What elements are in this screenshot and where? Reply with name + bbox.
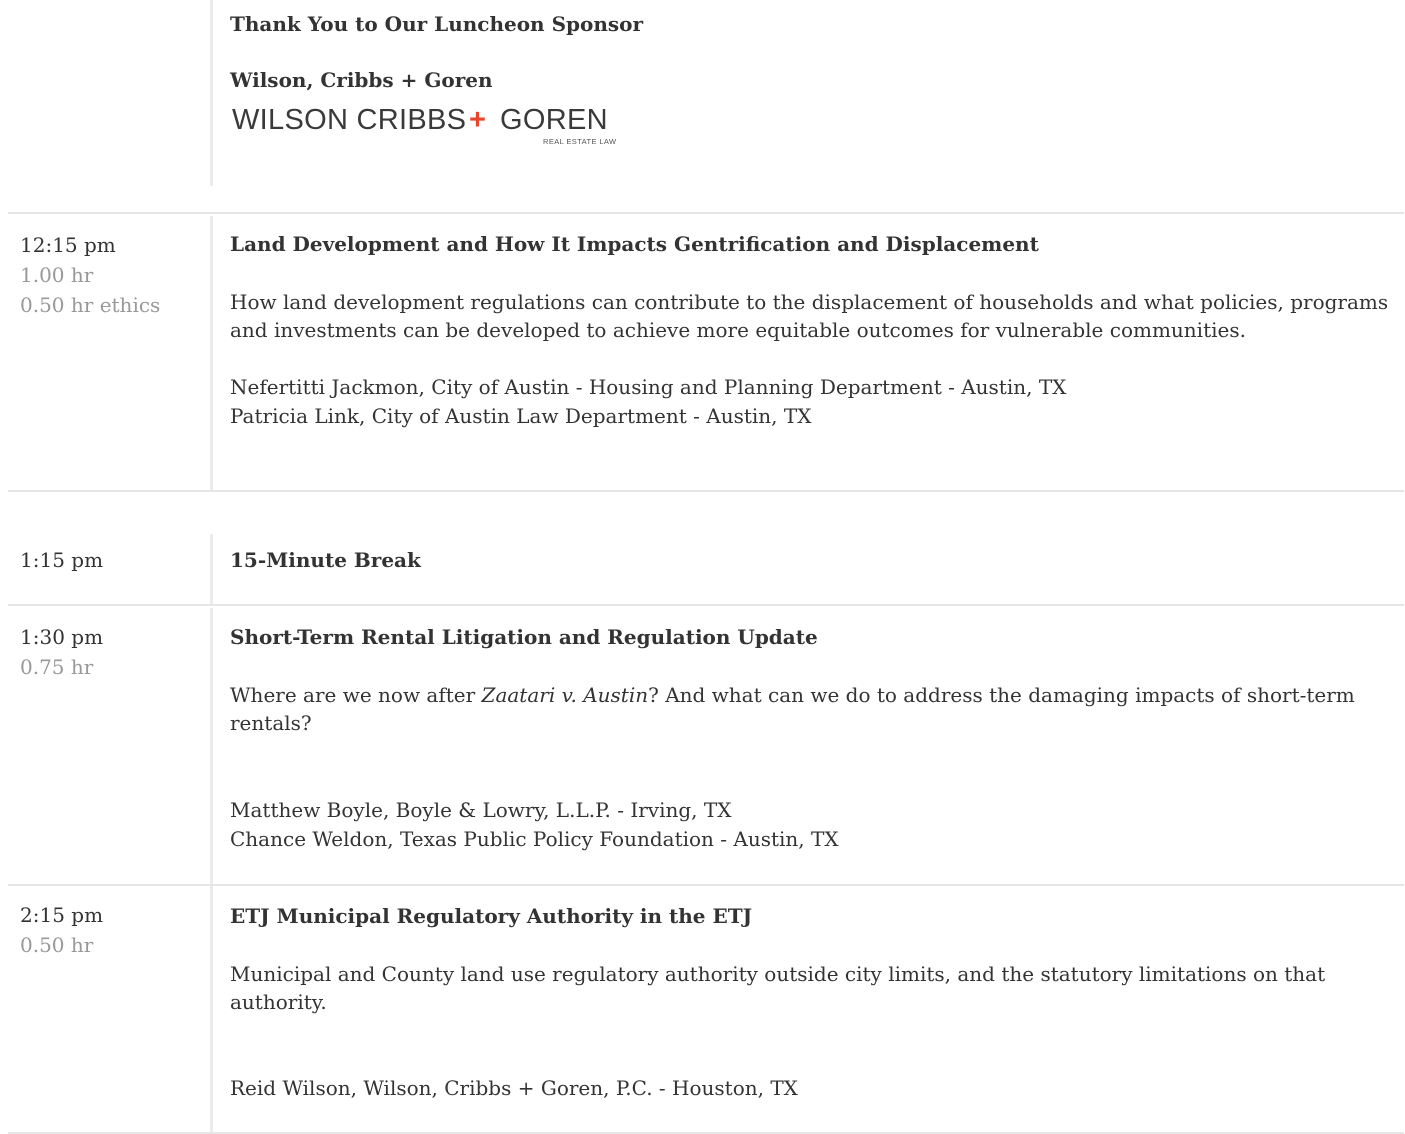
session-credit: 0.50 hr [20,933,94,957]
logo-text-main: WILSON CRIBBS [232,104,466,136]
session-time: 1:30 pm [20,625,104,649]
session-row: 1:30 pm 0.75 hr Short-Term Rental Litiga… [8,608,1404,884]
session-title: 15-Minute Break [230,548,421,572]
session-row: 2:15 pm 0.50 hr ETJ Municipal Regulatory… [8,888,1404,1132]
session-description: Municipal and County land use regulatory… [230,962,1326,1014]
logo-subtext: REAL ESTATE LAW [543,137,617,146]
sponsor-section: Thank You to Our Luncheon Sponsor Wilson… [8,0,1404,212]
session-row: 1:15 pm 15-Minute Break [8,534,1404,604]
session-title: Land Development and How It Impacts Gent… [230,232,1039,256]
speaker: Patricia Link, City of Austin Law Depart… [230,404,812,428]
description-text: Where are we now after [230,683,482,707]
session-time-column: 1:30 pm 0.75 hr [20,622,210,682]
session-description: Where are we now after Zaatari v. Austin… [230,681,1400,737]
session-speakers: Matthew Boyle, Boyle & Lowry, L.L.P. - I… [230,796,1400,854]
speaker: Reid Wilson, Wilson, Cribbs + Goren, P.C… [230,1076,798,1100]
logo-plus: + [469,104,486,136]
session-time-column: 12:15 pm 1.00 hr 0.50 hr ethics [20,230,210,320]
session-time: 12:15 pm [20,233,116,257]
row-separator [8,884,1404,886]
session-title: ETJ Municipal Regulatory Authority in th… [230,904,753,928]
session-row: 12:15 pm 1.00 hr 0.50 hr ethics Land Dev… [8,216,1404,490]
session-credit: 1.00 hr [20,263,94,287]
session-time: 2:15 pm [20,903,104,927]
sponsor-logo: WILSON CRIBBS + GOREN REAL ESTATE LAW [232,104,617,146]
row-separator [8,490,1404,492]
row-separator [8,212,1404,214]
speaker: Chance Weldon, Texas Public Policy Found… [230,827,839,851]
session-credit: 0.75 hr [20,655,94,679]
session-time-column: 2:15 pm 0.50 hr [20,900,210,960]
case-name: Zaatari v. Austin [481,683,649,707]
row-separator [8,604,1404,606]
session-speakers: Nefertitti Jackmon, City of Austin - Hou… [230,373,1400,431]
session-time-column: 1:15 pm [20,545,210,575]
session-title: Short-Term Rental Litigation and Regulat… [230,625,818,649]
session-description: How land development regulations can con… [230,290,1389,342]
session-speakers: Reid Wilson, Wilson, Cribbs + Goren, P.C… [230,1074,1400,1103]
sponsor-heading: Thank You to Our Luncheon Sponsor [230,12,644,36]
session-time: 1:15 pm [20,548,104,572]
speaker: Matthew Boyle, Boyle & Lowry, L.L.P. - I… [230,798,732,822]
session-ethics-credit: 0.50 hr ethics [20,293,161,317]
speaker: Nefertitti Jackmon, City of Austin - Hou… [230,375,1067,399]
sponsor-name: Wilson, Cribbs + Goren [230,68,493,92]
agenda-page: Thank You to Our Luncheon Sponsor Wilson… [0,0,1405,1134]
logo-text-end: GOREN [500,104,608,136]
